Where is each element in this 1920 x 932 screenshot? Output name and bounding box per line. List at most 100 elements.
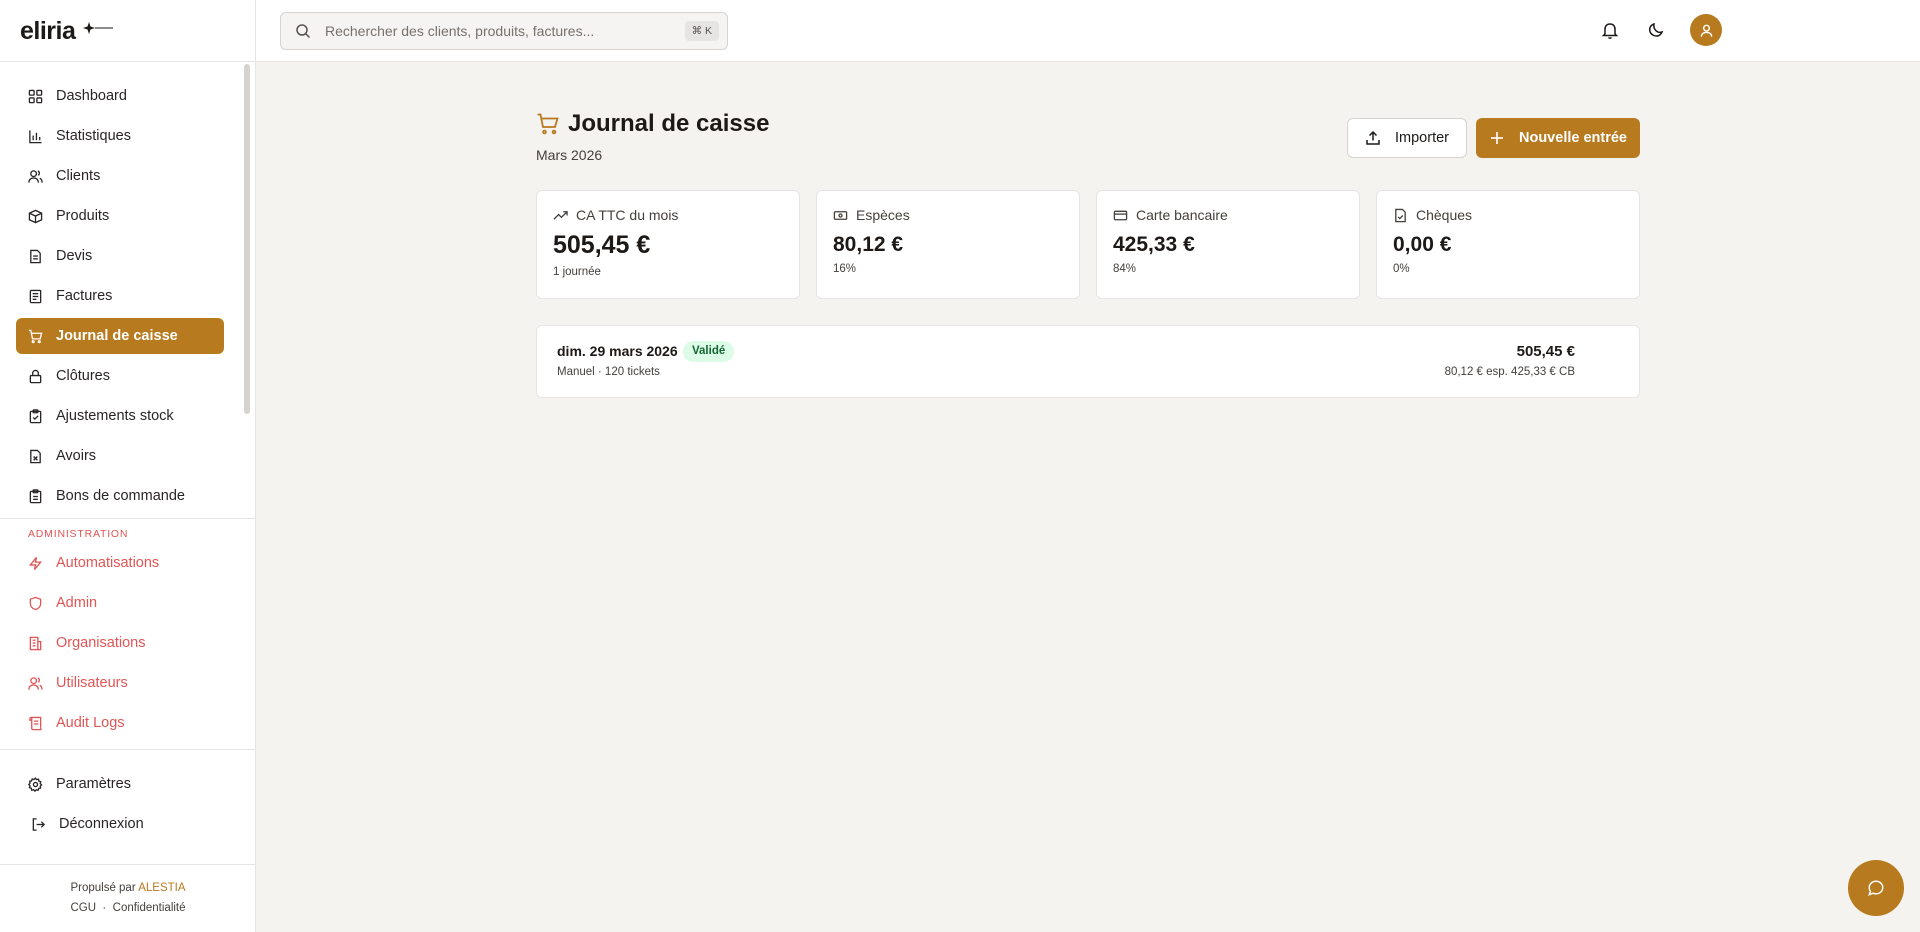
stat-card-sub: 1 journée	[553, 266, 601, 278]
new-entry-button-label: Nouvelle entrée	[1519, 130, 1627, 146]
entry-meta: Manuel · 120 tickets	[557, 366, 660, 378]
bar-chart-icon	[29, 129, 42, 143]
main-nav: Dashboard Statistiques Clients Produits …	[16, 78, 224, 518]
bell-icon[interactable]	[1600, 20, 1620, 40]
status-badge: Validé	[683, 341, 735, 362]
moon-icon[interactable]	[1646, 20, 1666, 40]
sidebar-item-label: Journal de caisse	[56, 328, 178, 344]
dashboard-icon	[28, 89, 43, 103]
sidebar-item-avoirs[interactable]: Avoirs	[16, 438, 224, 474]
clipboard-list-icon	[29, 488, 42, 503]
cart-icon	[537, 113, 559, 135]
stat-card-sub: 84%	[1113, 263, 1137, 275]
page-title-group: Journal de caisse	[536, 110, 769, 138]
powered-by-text: Propulsé par	[70, 882, 136, 894]
plus-icon	[1491, 132, 1503, 144]
sidebar-item-label: Clients	[56, 168, 101, 184]
privacy-link[interactable]: Confidentialité	[113, 902, 186, 914]
gear-icon	[28, 776, 43, 792]
sidebar-item-utilisateurs[interactable]: Utilisateurs	[16, 665, 224, 701]
footer-dot: ·	[102, 902, 107, 914]
sidebar-item-audit-logs[interactable]: Audit Logs	[16, 705, 224, 741]
banknote-icon	[833, 210, 848, 220]
scroll-icon	[29, 716, 42, 730]
trending-up-icon	[553, 210, 568, 220]
logout-label: Déconnexion	[59, 816, 144, 832]
entry-payment-breakdown: 80,12 € esp. 425,33 € CB	[1444, 366, 1575, 378]
stat-card-especes: Espèces 80,12 € 16%	[816, 190, 1080, 299]
divider	[0, 61, 256, 62]
bottom-nav: Paramètres Déconnexion	[16, 766, 224, 846]
sidebar-item-bons-de-commande[interactable]: Bons de commande	[16, 478, 224, 514]
sidebar-item-label: Automatisations	[56, 555, 160, 571]
receipt-icon	[29, 289, 42, 303]
sidebar-item-label: Audit Logs	[56, 715, 125, 731]
logout-icon	[32, 817, 46, 831]
search-icon	[296, 24, 311, 39]
shield-icon	[29, 596, 42, 610]
document-icon	[30, 249, 41, 263]
sidebar-footer: Propulsé par ALESTIA CGU · Confidentiali…	[0, 878, 256, 918]
sidebar-item-statistiques[interactable]: Statistiques	[16, 118, 224, 154]
new-entry-button[interactable]: Nouvelle entrée	[1476, 118, 1640, 158]
app-logo[interactable]: eliria	[20, 14, 113, 48]
import-button-label: Importer	[1395, 130, 1449, 146]
stat-card-carte-bancaire: Carte bancaire 425,33 € 84%	[1096, 190, 1360, 299]
sidebar-item-label: Factures	[56, 288, 113, 304]
upload-icon	[1366, 130, 1380, 145]
logout-button[interactable]: Déconnexion	[16, 806, 224, 842]
sidebar-item-organisations[interactable]: Organisations	[16, 625, 224, 661]
stat-card-label: Espèces	[856, 207, 910, 223]
sidebar-item-dashboard[interactable]: Dashboard	[16, 78, 224, 114]
sidebar-item-label: Paramètres	[56, 776, 131, 792]
admin-nav: Automatisations Admin Organisations Util…	[16, 545, 224, 745]
package-icon	[28, 209, 43, 223]
lock-icon	[29, 369, 42, 383]
sidebar-item-ajustements-stock[interactable]: Ajustements stock	[16, 398, 224, 434]
zap-icon	[28, 556, 43, 570]
summary-cards: CA TTC du mois 505,45 € 1 journée Espèce…	[536, 190, 1640, 299]
search-bar[interactable]: ⌘ K	[280, 12, 728, 50]
sidebar-item-parametres[interactable]: Paramètres	[16, 766, 224, 802]
chat-button[interactable]	[1848, 860, 1904, 916]
search-input[interactable]	[325, 23, 665, 39]
sidebar-item-label: Statistiques	[56, 128, 131, 144]
cgu-link[interactable]: CGU	[70, 902, 96, 914]
admin-section-title: ADMINISTRATION	[28, 528, 129, 540]
credit-card-icon	[1113, 210, 1128, 220]
sidebar-item-admin[interactable]: Admin	[16, 585, 224, 621]
sidebar-item-label: Bons de commande	[56, 488, 185, 504]
journal-entry-row[interactable]: dim. 29 mars 2026 Validé Manuel · 120 ti…	[536, 325, 1640, 398]
sidebar-item-label: Ajustements stock	[56, 408, 174, 424]
stat-card-value: 505,45 €	[553, 231, 651, 259]
sidebar-item-label: Utilisateurs	[56, 675, 128, 691]
sidebar-item-journal-de-caisse[interactable]: Journal de caisse	[16, 318, 224, 354]
stat-card-value: 0,00 €	[1393, 233, 1452, 256]
stat-card-cheques: Chèques 0,00 € 0%	[1376, 190, 1640, 299]
sidebar-item-clotures[interactable]: Clôtures	[16, 358, 224, 394]
sidebar-item-clients[interactable]: Clients	[16, 158, 224, 194]
sidebar-item-label: Produits	[56, 208, 110, 224]
clipboard-check-icon	[29, 408, 42, 423]
entry-total: 505,45 €	[1516, 343, 1575, 360]
stat-card-value: 425,33 €	[1113, 233, 1195, 256]
sidebar-item-label: Clôtures	[56, 368, 110, 384]
building-icon	[29, 636, 42, 650]
brand-link[interactable]: ALESTIA	[138, 882, 185, 894]
stat-card-sub: 0%	[1393, 263, 1410, 275]
users-icon	[28, 169, 43, 183]
sidebar-item-factures[interactable]: Factures	[16, 278, 224, 314]
entry-date: dim. 29 mars 2026	[557, 343, 678, 359]
sidebar-item-automatisations[interactable]: Automatisations	[16, 545, 224, 581]
sidebar-item-produits[interactable]: Produits	[16, 198, 224, 234]
stat-card-label: Chèques	[1416, 207, 1473, 223]
user-icon	[1700, 24, 1712, 37]
file-check-icon	[1395, 208, 1406, 222]
sidebar-scrollbar[interactable]	[244, 64, 250, 414]
sidebar-item-devis[interactable]: Devis	[16, 238, 224, 274]
sidebar-item-label: Admin	[56, 595, 98, 611]
page-title: Journal de caisse	[568, 110, 770, 137]
import-button[interactable]: Importer	[1347, 118, 1467, 158]
chat-bubble-icon	[1868, 880, 1884, 897]
avatar[interactable]	[1690, 14, 1722, 46]
